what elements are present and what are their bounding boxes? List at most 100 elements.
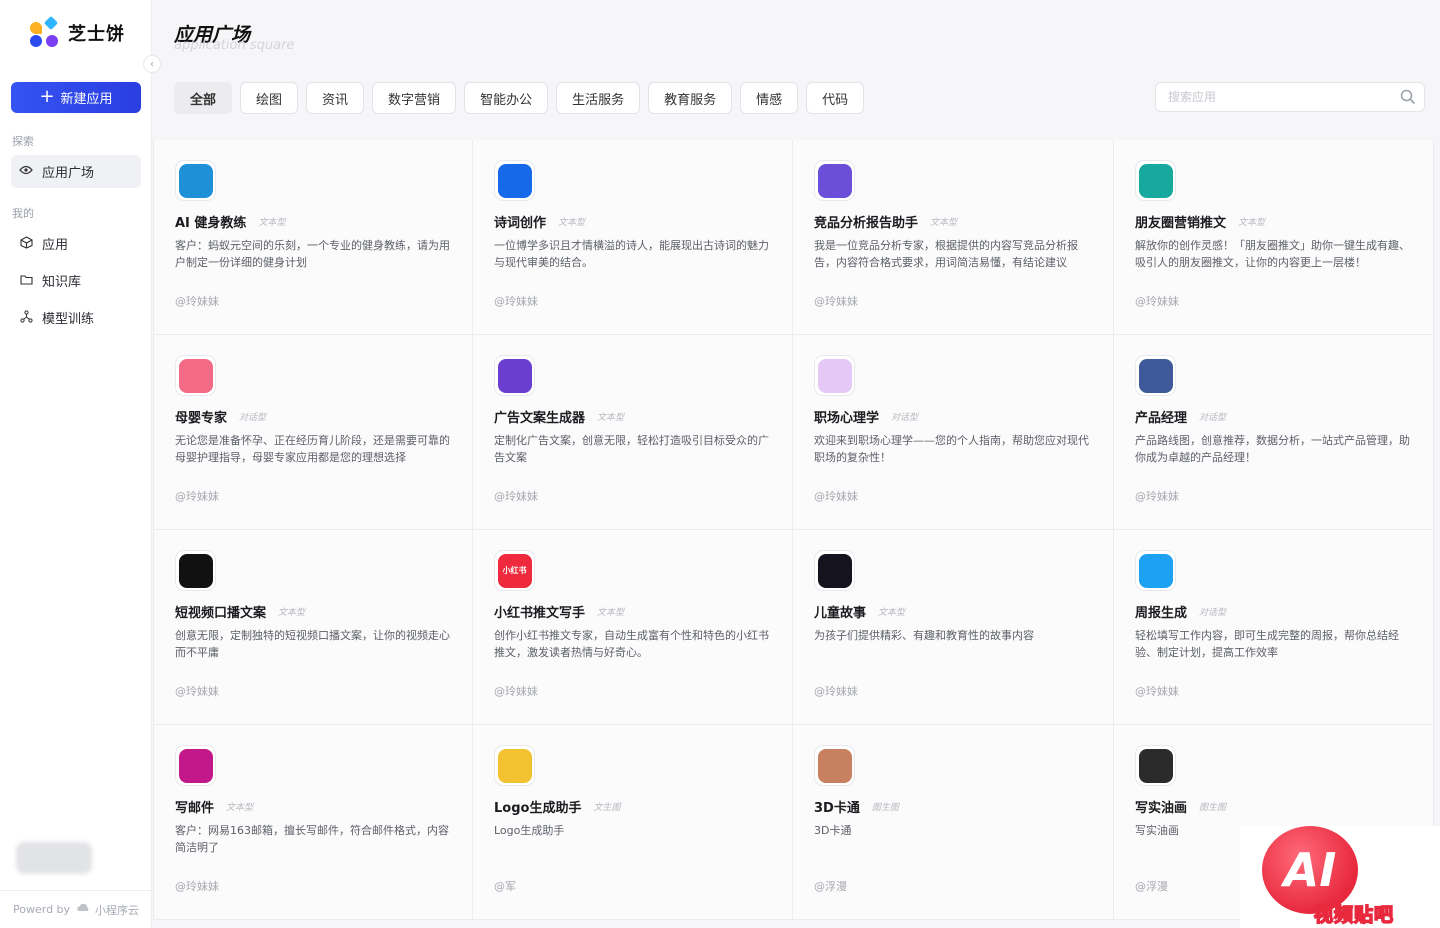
- sidebar-item-knowledge[interactable]: 知识库: [11, 264, 141, 297]
- app-description: 3D卡通: [814, 824, 852, 837]
- logo-text: 芝士饼: [68, 24, 125, 45]
- app-card-header: 小红书推文写手 文本型: [494, 602, 624, 621]
- app-type: 文本型: [878, 608, 906, 618]
- app-card-header: AI 健身教练 文本型: [175, 212, 285, 231]
- app-author: @玲妹妹: [814, 490, 858, 503]
- app-name: 朋友圈营销推文: [1135, 216, 1227, 231]
- plus-icon: +: [39, 85, 55, 107]
- sidebar-item-plaza[interactable]: 应用广场: [11, 155, 141, 188]
- network-icon: [19, 309, 33, 326]
- app-card[interactable]: 竞品分析报告助手 文本型 我是一位竞品分析专家，根据提供的内容写竞品分析报告，内…: [793, 140, 1114, 335]
- app-description: 创意无限，定制独特的短视频口播文案，让你的视频走心而不平庸: [175, 629, 450, 659]
- main-content: 应用广场 application square 全部 绘图 资讯 数字营销 智能…: [153, 0, 1440, 928]
- app-type: 图生图: [871, 803, 899, 813]
- app-author: @玲妹妹: [175, 685, 219, 698]
- app-card[interactable]: 诗词创作 文本型 一位博学多识且才情横溢的诗人，能展现出古诗词的魅力与现代审美的…: [473, 140, 793, 335]
- app-card-header: 职场心理学 对话型: [814, 407, 918, 426]
- app-card[interactable]: 3D卡通 图生图 3D卡通 @浮漫: [793, 725, 1114, 920]
- tab-all[interactable]: 全部: [174, 82, 233, 114]
- category-tabs: 全部 绘图 资讯 数字营销 智能办公 生活服务 教育服务 情感 代码: [174, 82, 865, 114]
- app-card[interactable]: 广告文案生成器 文本型 定制化广告文案，创意无限，轻松打造吸引目标受众的广告文案…: [473, 335, 793, 530]
- app-type: 文本型: [597, 608, 625, 618]
- tab-education[interactable]: 教育服务: [648, 82, 733, 114]
- app-type: 文本型: [226, 803, 254, 813]
- app-icon-frame: [1135, 355, 1176, 396]
- app-card[interactable]: 职场心理学 对话型 欢迎来到职场心理学——您的个人指南，帮助您应对现代职场的复杂…: [793, 335, 1114, 530]
- app-author: @玲妹妹: [814, 295, 858, 308]
- app-name: 3D卡通: [814, 801, 860, 816]
- tab-life-services[interactable]: 生活服务: [556, 82, 641, 114]
- watermark: AI 视频贴吧: [1240, 826, 1440, 928]
- section-mine: 我的: [12, 207, 34, 220]
- app-author: @玲妹妹: [494, 295, 538, 308]
- app-card[interactable]: 母婴专家 对话型 无论您是准备怀孕、正在经历育儿阶段，还是需要可靠的母婴护理指导…: [153, 335, 473, 530]
- logo[interactable]: 芝士饼: [30, 15, 125, 48]
- tab-code[interactable]: 代码: [806, 82, 865, 114]
- app-description: 解放你的创作灵感！「朋友圈推文」助你一键生成有趣、吸引人的朋友圈推文，让你的内容…: [1135, 239, 1410, 269]
- app-name: 周报生成: [1135, 606, 1188, 621]
- tab-drawing[interactable]: 绘图: [240, 82, 299, 114]
- heart-icon: [817, 358, 852, 393]
- app-name: 儿童故事: [814, 606, 867, 621]
- app-card[interactable]: 周报生成 对话型 轻松填写工作内容，即可生成完整的周报，帮你总结经验、制定计划，…: [1114, 530, 1434, 725]
- app-grid: AI 健身教练 文本型 客户：蚂蚁元空间的乐刻，一个专业的健身教练，请为用户制定…: [153, 140, 1434, 920]
- app-card-header: 母婴专家 对话型: [175, 407, 266, 426]
- app-card-header: 3D卡通 图生图: [814, 797, 899, 816]
- cube-icon: [19, 235, 33, 252]
- app-author: @玲妹妹: [494, 685, 538, 698]
- sidebar-item-apps[interactable]: 应用: [11, 227, 141, 260]
- app-type: 对话型: [1199, 608, 1227, 618]
- page-subtitle: application square: [174, 38, 295, 53]
- app-description: 创作小红书推文专家，自动生成富有个性和特色的小红书推文，激发读者热情与好奇心。: [494, 629, 769, 659]
- sidebar-item-label: 应用: [42, 238, 69, 253]
- tab-news[interactable]: 资讯: [306, 82, 365, 114]
- app-card[interactable]: 产品经理 对话型 产品路线图，创意推荐，数据分析，一站式产品管理，助你成为卓越的…: [1114, 335, 1434, 530]
- search-box: [1155, 82, 1425, 112]
- tab-digital-marketing[interactable]: 数字营销: [372, 82, 457, 114]
- new-app-button[interactable]: + 新建应用: [11, 82, 141, 113]
- app-description: 为孩子们提供精彩、有趣和教育性的故事内容: [814, 629, 1034, 642]
- app-icon-frame: [1135, 160, 1176, 201]
- app-description: 产品路线图，创意推荐，数据分析，一站式产品管理，助你成为卓越的产品经理！: [1135, 434, 1410, 464]
- app-description: 定制化广告文案，创意无限，轻松打造吸引目标受众的广告文案: [494, 434, 769, 464]
- app-card[interactable]: AI 健身教练 文本型 客户：蚂蚁元空间的乐刻，一个专业的健身教练，请为用户制定…: [153, 140, 473, 335]
- app-card-header: 周报生成 对话型: [1135, 602, 1226, 621]
- app-card[interactable]: 朋友圈营销推文 文本型 解放你的创作灵感！「朋友圈推文」助你一键生成有趣、吸引人…: [1114, 140, 1434, 335]
- tab-emotion[interactable]: 情感: [740, 82, 799, 114]
- tab-smart-office[interactable]: 智能办公: [464, 82, 549, 114]
- app-card[interactable]: 短视频口播文案 文本型 创意无限，定制独特的短视频口播文案，让你的视频走心而不平…: [153, 530, 473, 725]
- app-name: 短视频口播文案: [175, 606, 267, 621]
- powered-brand: 小程序云: [95, 903, 140, 917]
- avatar[interactable]: [16, 842, 92, 874]
- app-card[interactable]: Logo生成助手 文生图 Logo生成助手 @军: [473, 725, 793, 920]
- mail-icon: [178, 748, 213, 783]
- app-card-header: Logo生成助手 文生图: [494, 797, 620, 816]
- app-type: 图生图: [1199, 803, 1227, 813]
- collapse-sidebar-button[interactable]: ‹: [143, 55, 161, 73]
- app-card[interactable]: 儿童故事 文本型 为孩子们提供精彩、有趣和教育性的故事内容 @玲妹妹: [793, 530, 1114, 725]
- app-card[interactable]: 小红书 小红书推文写手 文本型 创作小红书推文专家，自动生成富有个性和特色的小红…: [473, 530, 793, 725]
- search-icon[interactable]: [1400, 89, 1416, 105]
- app-type: 文生图: [593, 803, 621, 813]
- search-input[interactable]: [1156, 83, 1386, 111]
- app-name: 产品经理: [1135, 411, 1188, 426]
- app-author: @玲妹妹: [175, 295, 219, 308]
- app-card[interactable]: 写邮件 文本型 客户：网易163邮箱，擅长写邮件，符合邮件格式，内容简洁明了 @…: [153, 725, 473, 920]
- app-description: 客户：蚂蚁元空间的乐刻，一个专业的健身教练，请为用户制定一份详细的健身计划: [175, 239, 450, 269]
- app-author: @军: [494, 880, 516, 893]
- app-name: 诗词创作: [494, 216, 547, 231]
- sidebar-item-label: 应用广场: [42, 166, 95, 181]
- sidebar-item-training[interactable]: 模型训练: [11, 301, 141, 334]
- app-icon-frame: [494, 745, 535, 786]
- app-name: Logo生成助手: [494, 801, 582, 816]
- new-app-label: 新建应用: [60, 92, 113, 107]
- play-icon: [178, 553, 213, 588]
- app-author: @浮漫: [1135, 880, 1168, 893]
- chart-icon: [1138, 358, 1173, 393]
- app-type: 文本型: [1238, 218, 1266, 228]
- app-card-header: 广告文案生成器 文本型: [494, 407, 624, 426]
- app-card-header: 竞品分析报告助手 文本型: [814, 212, 957, 231]
- ring-icon: [1138, 163, 1173, 198]
- sidebar-item-label: 模型训练: [42, 312, 95, 327]
- dumbbell-icon: [178, 163, 213, 198]
